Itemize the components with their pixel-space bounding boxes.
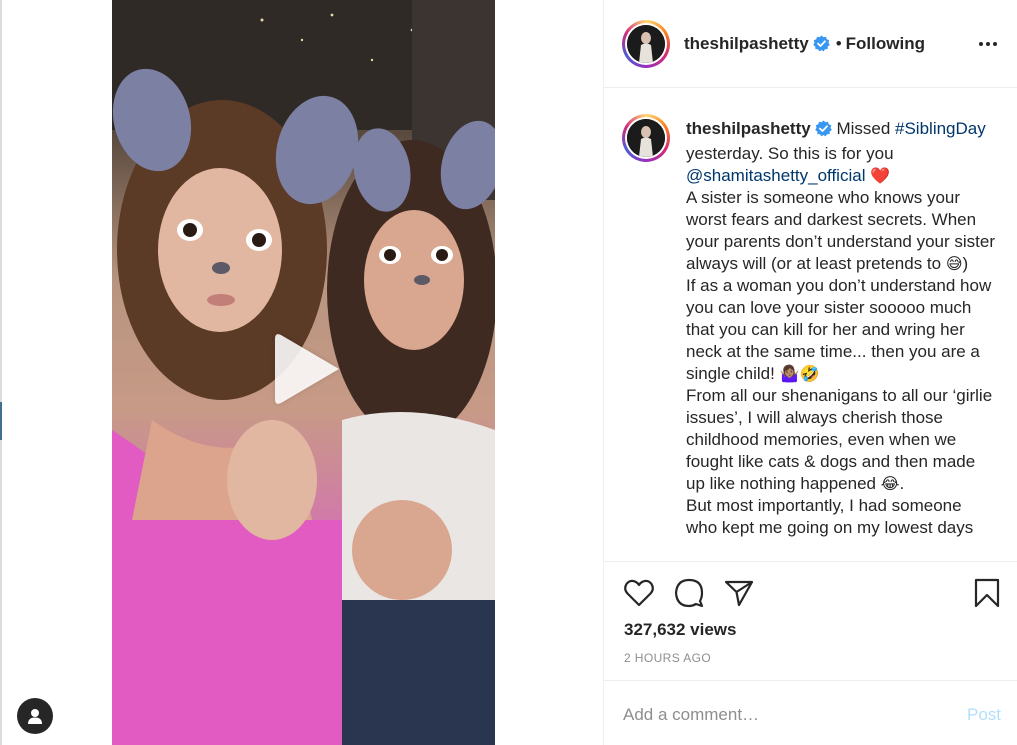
comment-button[interactable] — [672, 577, 706, 609]
header-username[interactable]: theshilpashetty — [684, 34, 809, 53]
caption-text: theshilpashetty Missed #SiblingDay yeste… — [686, 119, 996, 537]
play-icon — [275, 334, 339, 404]
sweat-smile-emoji: 😅 — [945, 254, 963, 273]
caption-username[interactable]: theshilpashetty — [686, 119, 811, 138]
caption-paragraph-4: But most importantly, I had someone who … — [686, 496, 974, 537]
action-bar — [604, 563, 1017, 623]
tagged-users-button[interactable] — [17, 698, 53, 734]
comment-bar: Post — [604, 680, 1017, 745]
profile-avatar[interactable] — [622, 20, 670, 68]
caption-intro: Missed — [836, 119, 896, 138]
caption-paragraph-3: From all our shenanigans to all our ‘gir… — [686, 386, 993, 493]
comment-icon — [674, 578, 704, 608]
more-options-button[interactable] — [976, 34, 1000, 54]
post-comment-button[interactable]: Post — [967, 705, 1001, 725]
post-sidebar: theshilpashetty • Following theshilpashe… — [603, 0, 1017, 745]
avatar-image — [627, 119, 665, 157]
separator-dot: • — [835, 34, 842, 53]
post-timestamp[interactable]: 2 HOURS AGO — [624, 651, 711, 665]
paper-plane-icon — [724, 580, 754, 607]
media-pane — [2, 0, 603, 745]
save-button[interactable] — [972, 576, 1002, 610]
caption-avatar[interactable] — [622, 114, 670, 162]
shrug-rofl-emoji: 🤷🏽‍♀️🤣 — [779, 364, 820, 383]
user-icon — [28, 709, 42, 724]
like-button[interactable] — [622, 577, 656, 609]
verified-badge-icon — [812, 35, 830, 57]
share-button[interactable] — [722, 577, 756, 609]
joy-emoji: 😂 — [880, 474, 900, 493]
heart-emoji: ❤️ — [870, 166, 891, 185]
caption-intro-2: yesterday. So this is for you — [686, 144, 894, 163]
more-dots-icon — [979, 42, 997, 46]
caption-scroll-area[interactable]: theshilpashetty Missed #SiblingDay yeste… — [604, 89, 1017, 562]
bookmark-icon — [974, 578, 1000, 608]
play-button[interactable] — [265, 327, 349, 411]
mention-link[interactable]: @shamitashetty_official — [686, 166, 865, 185]
hashtag-link[interactable]: #SiblingDay — [895, 119, 986, 138]
comment-input[interactable] — [623, 703, 943, 727]
avatar-image — [627, 25, 665, 63]
caption-paragraph-2: If as a woman you don’t understand how y… — [686, 276, 992, 383]
following-button[interactable]: Following — [846, 34, 925, 53]
header-user-line: theshilpashetty • Following — [684, 34, 925, 57]
view-count[interactable]: 327,632 views — [624, 620, 736, 640]
post-header: theshilpashetty • Following — [604, 0, 1017, 88]
heart-icon — [624, 579, 654, 607]
verified-badge-icon — [814, 120, 832, 143]
